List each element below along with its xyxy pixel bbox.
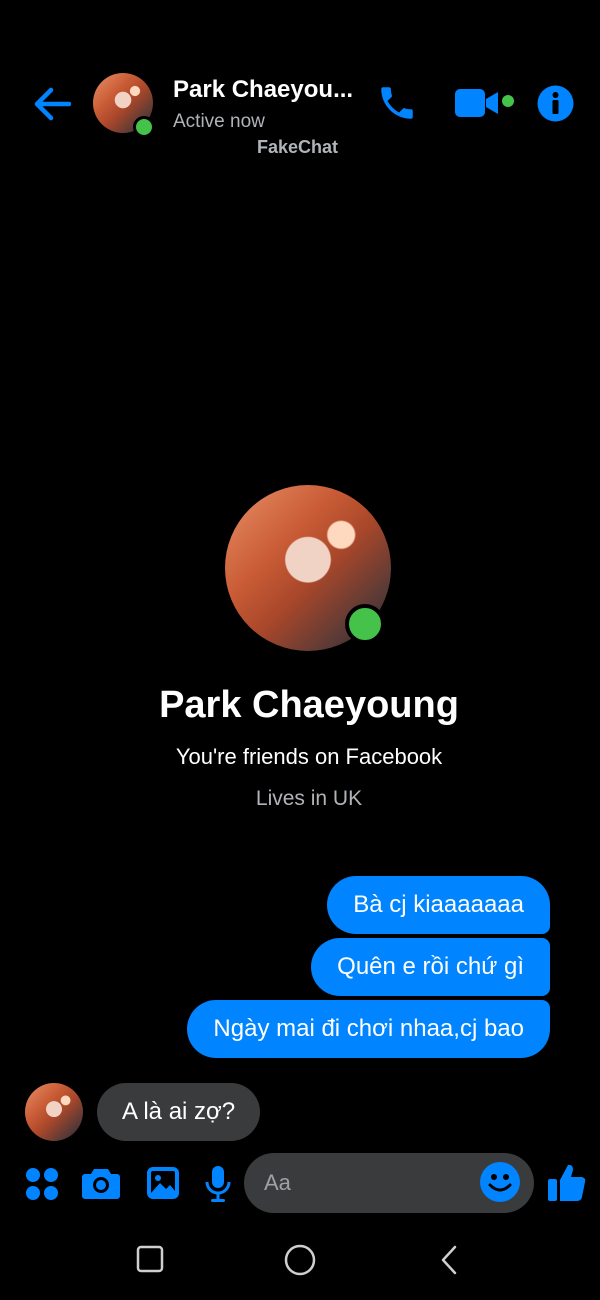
emoji-button[interactable]	[480, 1162, 520, 1202]
back-button[interactable]	[33, 86, 72, 122]
contact-name[interactable]: Park Chaeyou...	[173, 76, 353, 104]
home-button[interactable]	[284, 1244, 316, 1276]
apps-button[interactable]	[25, 1167, 59, 1201]
friendship-status: You're friends on Facebook	[175, 744, 443, 769]
active-status: Active now	[173, 111, 265, 132]
location-text: Lives in UK	[255, 787, 363, 810]
voice-message-button[interactable]	[205, 1165, 231, 1203]
microphone-icon	[205, 1166, 231, 1202]
emoji-icon	[488, 1174, 512, 1192]
image-icon	[147, 1167, 179, 1199]
gallery-button[interactable]	[146, 1166, 180, 1200]
voice-call-button[interactable]	[376, 82, 418, 124]
home-icon	[284, 1244, 316, 1276]
outgoing-message[interactable]: Bà cj kiaaaaaaa	[327, 876, 550, 934]
thumbs-up-icon	[548, 1164, 586, 1201]
system-back-button[interactable]	[439, 1245, 459, 1275]
like-button[interactable]	[547, 1162, 587, 1202]
header-online-indicator	[133, 116, 155, 138]
message-placeholder: Aa	[264, 1170, 291, 1195]
camera-button[interactable]	[82, 1166, 120, 1200]
incoming-message[interactable]: A là ai zợ?	[97, 1083, 261, 1141]
info-icon	[537, 85, 574, 122]
message-input[interactable]: Aa	[244, 1153, 534, 1213]
profile-online-indicator	[345, 604, 385, 644]
video-camera-icon	[455, 89, 498, 117]
back-arrow-icon	[34, 87, 72, 121]
apps-grid-icon	[26, 1168, 58, 1200]
outgoing-message[interactable]: Ngày mai đi chơi nhaa,cj bao	[187, 1000, 550, 1058]
recent-apps-icon	[136, 1245, 164, 1273]
recent-apps-button[interactable]	[136, 1245, 164, 1273]
profile-name: Park Chaeyoung	[159, 684, 459, 726]
watermark: FakeChat	[257, 137, 339, 157]
phone-icon	[381, 87, 413, 119]
camera-icon	[82, 1169, 120, 1199]
info-button[interactable]	[537, 85, 574, 122]
outgoing-message[interactable]: Quên e rồi chứ gì	[311, 938, 550, 996]
back-icon	[441, 1245, 457, 1275]
video-call-button[interactable]	[455, 88, 499, 118]
incoming-avatar[interactable]	[25, 1083, 83, 1141]
video-active-dot	[502, 95, 514, 107]
